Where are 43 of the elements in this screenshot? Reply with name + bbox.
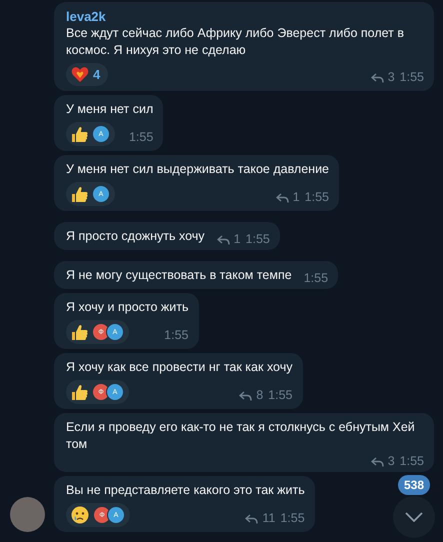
reply-icon	[245, 514, 258, 524]
scroll-down-button[interactable]	[393, 496, 435, 538]
message-text: У меня нет сил	[66, 102, 154, 116]
reaction-count: 4	[93, 66, 102, 83]
message-time: 1:55	[304, 270, 328, 287]
reply-count[interactable]: 3	[388, 69, 395, 86]
user-photo-placeholder[interactable]	[10, 497, 45, 532]
message-text: Если я проведу его как-то не так я столкнусь с ебнутым Хей том	[66, 419, 416, 453]
message-time: 1:55	[304, 189, 330, 206]
reply-icon	[370, 72, 384, 82]
reply-icon	[370, 456, 384, 466]
message-time: 1:55	[246, 231, 270, 248]
reply-icon	[276, 192, 289, 202]
message-text: У меня нет сил выдерживать такое давление	[66, 162, 330, 176]
message-text: Я хочу и просто жить	[66, 300, 188, 314]
reply-count[interactable]: 1	[234, 231, 241, 248]
thumbs-up-icon	[71, 324, 88, 340]
reply-count[interactable]: 1	[292, 189, 300, 206]
thumbs-up-icon	[71, 384, 88, 400]
chevron-down-icon	[405, 512, 423, 522]
message-text: Я просто сдожнуть хочу	[66, 228, 205, 245]
message-time: 1:55	[268, 387, 292, 404]
message-text: Вы не представляете какого это так жить	[66, 483, 305, 497]
heart-icon	[71, 66, 89, 83]
message-time: 1:55	[128, 129, 154, 146]
reply-count[interactable]: 8	[256, 387, 264, 404]
message-time: 1:55	[400, 453, 424, 470]
message-text: Я хочу как все провести нг так как хочу	[66, 360, 292, 374]
reaction-pill[interactable]: 4	[66, 63, 108, 86]
message-text: Все ждут сейчас либо Африку либо Эверест либо полет в космос. Я нихуя это не сделаю	[66, 26, 404, 57]
crying-face-icon	[71, 506, 89, 524]
message-text: Я не могу существовать в таком темпе	[66, 267, 292, 284]
reply-icon	[239, 390, 252, 400]
reply-icon	[216, 234, 230, 244]
thumbs-up-icon	[71, 126, 88, 142]
message-time: 1:55	[280, 510, 305, 527]
message-time: 1:55	[400, 69, 424, 86]
reply-count[interactable]: 3	[388, 453, 395, 470]
sender-name[interactable]: leva2k	[66, 8, 424, 25]
unread-count: 538	[398, 475, 430, 495]
reply-count[interactable]: 11	[262, 510, 276, 527]
thumbs-up-icon	[71, 186, 88, 202]
message-time: 1:55	[164, 327, 188, 344]
